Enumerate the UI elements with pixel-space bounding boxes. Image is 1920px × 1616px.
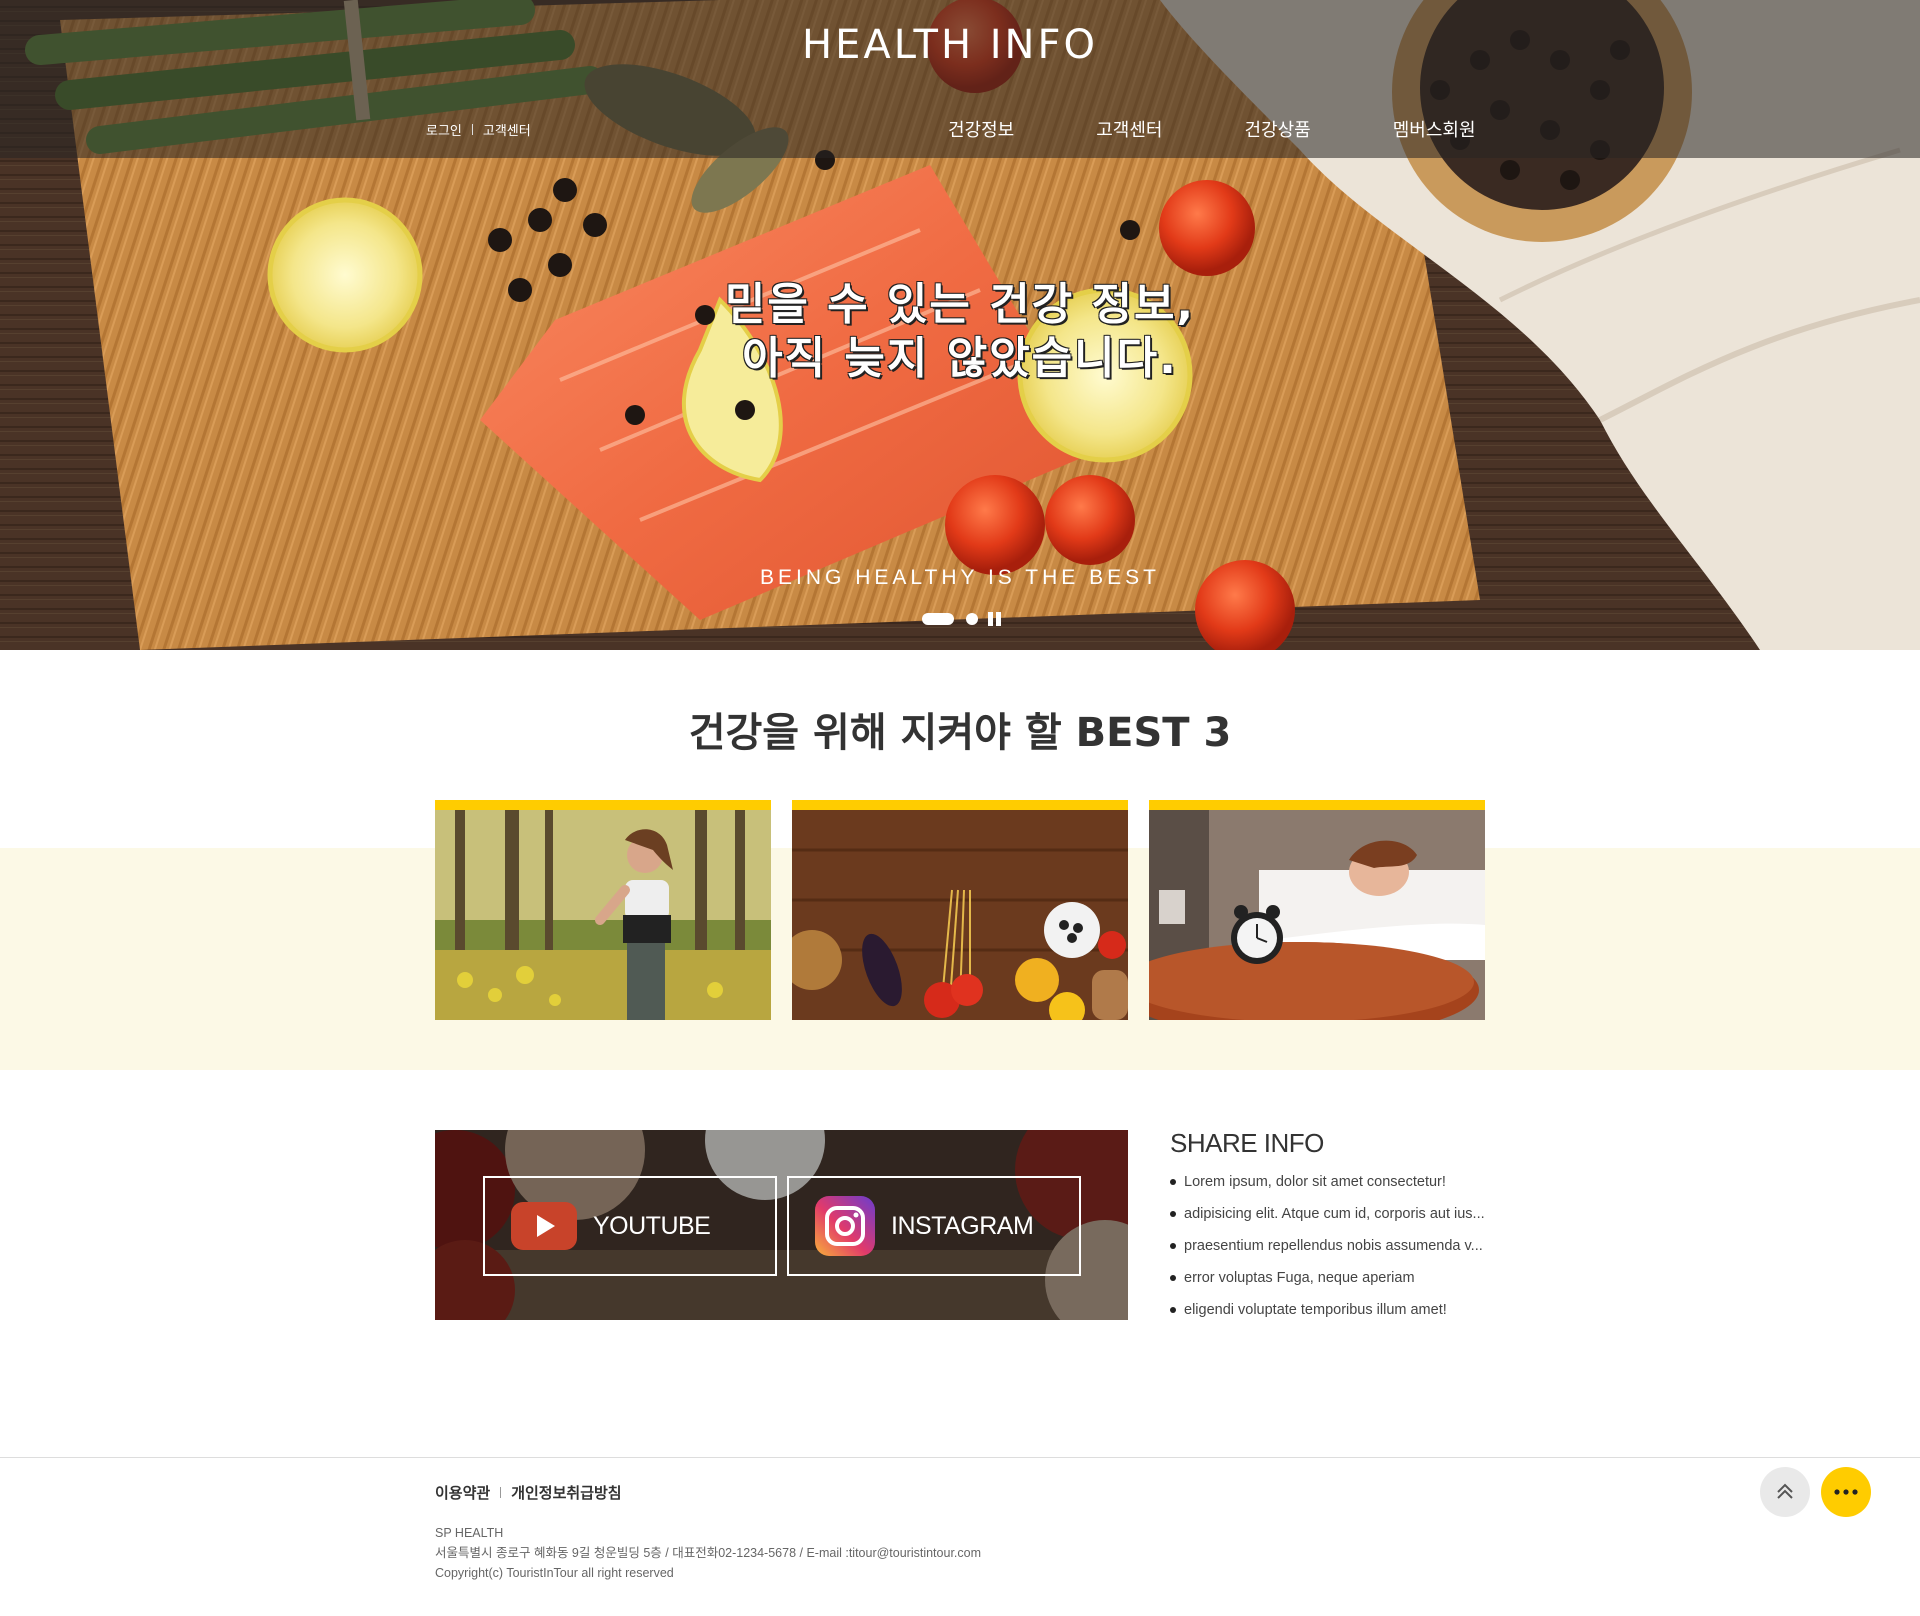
privacy-link[interactable]: 개인정보취급방침 xyxy=(511,1482,621,1503)
list-item[interactable]: praesentium repellendus nobis assumenda … xyxy=(1170,1235,1490,1267)
instagram-label: INSTAGRAM xyxy=(891,1211,1034,1240)
slider-controls xyxy=(922,612,1004,626)
hero-title: 믿을 수 있는 건강 정보, 아직 늦지 않았습니다. xyxy=(0,278,1920,386)
company-address: 서울특별시 종로구 혜화동 9길 청운빌딩 5층 / 대표전화02-1234-5… xyxy=(435,1546,981,1560)
utility-nav: 로그인 고객센터 xyxy=(426,120,531,139)
youtube-label: YOUTUBE xyxy=(593,1211,711,1240)
sns-section: YOUTUBE INSTAGRAM xyxy=(435,1130,1128,1320)
footer-divider xyxy=(0,1457,1920,1458)
nav-item-health-info[interactable]: 건강정보 xyxy=(948,116,1014,142)
nav-item-health-products[interactable]: 건강상품 xyxy=(1245,116,1311,142)
share-info: SHARE INFO Lorem ipsum, dolor sit amet c… xyxy=(1170,1128,1490,1331)
footer-info: SP HEALTH 서울특별시 종로구 혜화동 9길 청운빌딩 5층 / 대표전… xyxy=(435,1523,981,1583)
hero-subtitle: BEING HEALTHY IS THE BEST xyxy=(760,566,1160,589)
util-divider xyxy=(471,124,473,135)
scroll-top-button[interactable] xyxy=(1760,1467,1810,1517)
copyright: Copyright(c) TouristInTour all right res… xyxy=(435,1566,674,1580)
hero-section: HEALTH INFO 로그인 고객센터 건강정보 고객센터 건강상품 멤버스회… xyxy=(0,0,1920,650)
best-title-prefix: 건강을 위해 지켜야 할 xyxy=(688,710,1062,756)
instagram-button[interactable]: INSTAGRAM xyxy=(787,1176,1081,1276)
best-card-diet[interactable] xyxy=(792,800,1128,1020)
list-item[interactable]: Lorem ipsum, dolor sit amet consectetur! xyxy=(1170,1171,1490,1203)
login-link[interactable]: 로그인 xyxy=(426,120,462,139)
slider-dot-2[interactable] xyxy=(966,613,978,625)
best-title-strong: BEST 3 xyxy=(1075,710,1232,756)
nav-item-customer-center[interactable]: 고객센터 xyxy=(1096,116,1162,142)
more-button[interactable] xyxy=(1821,1467,1871,1517)
slider-dot-1[interactable] xyxy=(922,613,954,625)
running-woman-image xyxy=(435,810,771,1020)
healthy-food-image xyxy=(792,810,1128,1020)
best-card-exercise[interactable] xyxy=(435,800,771,1020)
chevron-up-icon xyxy=(1777,1483,1793,1499)
terms-link[interactable]: 이용약관 xyxy=(435,1482,490,1503)
footer-links: 이용약관 개인정보취급방침 xyxy=(435,1482,622,1503)
main-nav: 건강정보 고객센터 건강상품 멤버스회원 xyxy=(948,116,1476,142)
hero-title-line1: 믿을 수 있는 건강 정보, xyxy=(724,279,1196,330)
youtube-button[interactable]: YOUTUBE xyxy=(483,1176,777,1276)
list-item[interactable]: error voluptas Fuga, neque aperiam xyxy=(1170,1267,1490,1299)
support-link[interactable]: 고객센터 xyxy=(483,120,531,139)
share-info-list: Lorem ipsum, dolor sit amet consectetur!… xyxy=(1170,1171,1490,1331)
site-logo[interactable]: HEALTH INFO xyxy=(0,22,1900,68)
instagram-icon xyxy=(815,1196,875,1256)
footer-link-divider xyxy=(500,1487,502,1498)
company-name: SP HEALTH xyxy=(435,1526,504,1540)
pause-icon[interactable] xyxy=(988,612,1004,626)
youtube-icon xyxy=(511,1202,577,1250)
list-item[interactable]: adipisicing elit. Atque cum id, corporis… xyxy=(1170,1203,1490,1235)
list-item[interactable]: eligendi voluptate temporibus illum amet… xyxy=(1170,1299,1490,1331)
best-title: 건강을 위해 지켜야 할 BEST 3 xyxy=(0,700,1920,758)
more-dots-icon xyxy=(1834,1489,1858,1495)
sleeping-woman-image xyxy=(1149,810,1485,1020)
best-card-sleep[interactable] xyxy=(1149,800,1485,1020)
nav-item-members[interactable]: 멤버스회원 xyxy=(1393,116,1476,142)
hero-title-line2: 아직 늦지 않았습니다. xyxy=(742,333,1178,384)
share-info-title: SHARE INFO xyxy=(1170,1128,1324,1158)
